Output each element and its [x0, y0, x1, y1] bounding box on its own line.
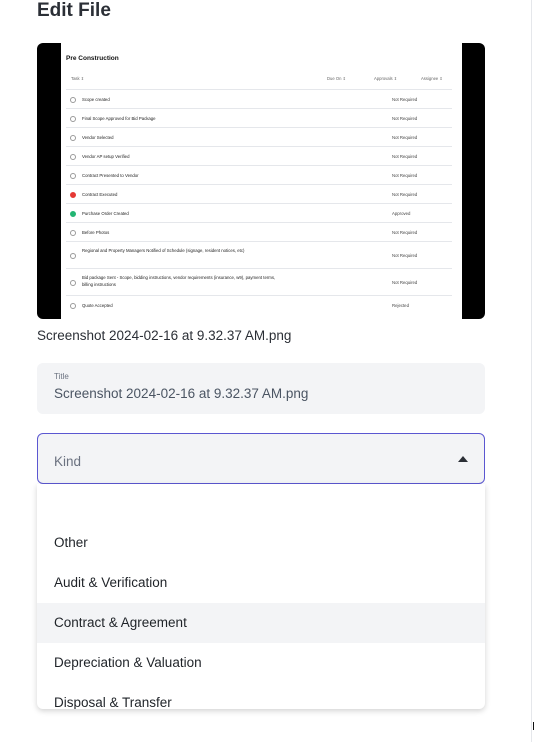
kind-option-label: Contract & Agreement [54, 615, 187, 630]
preview-header-task: Task ⇕ [71, 76, 85, 81]
preview-table-row: Contract Executed Not Required [66, 184, 452, 204]
preview-row-approval: Not Required [392, 135, 418, 140]
preview-header-due-on: Due On ⇕ [327, 76, 347, 81]
done-circle-icon [70, 210, 76, 217]
preview-table-row: Vendor AP setup Verified Not Required [66, 146, 452, 166]
kind-option-label: Other [54, 535, 88, 550]
title-field-value[interactable]: Screenshot 2024-02-16 at 9.32.37 AM.png [54, 386, 308, 401]
preview-row-task: Quote Accepted [82, 303, 113, 308]
kind-dropdown-menu[interactable]: Other Audit & Verification Contract & Ag… [37, 484, 485, 709]
file-name-caption: Screenshot 2024-02-16 at 9.32.37 AM.png [37, 328, 292, 343]
kind-option-label: Disposal & Transfer [54, 695, 172, 709]
check-circle-icon [70, 302, 76, 309]
check-circle-icon [70, 134, 76, 141]
preview-table-row: Final Scope Approved for Bid Package Not … [66, 108, 452, 128]
preview-header-approvals: Approvals ⇕ [374, 76, 398, 81]
kind-option-other[interactable]: Other [37, 523, 485, 563]
check-circle-icon [70, 115, 76, 122]
preview-row-task: Vendor Selected [82, 135, 114, 140]
preview-row-task: Before Photos [82, 230, 110, 235]
preview-table-row: Vendor Selected Not Required [66, 127, 452, 147]
preview-table-row: Quote Accepted Rejected [66, 295, 452, 315]
preview-row-approval: Not Required [392, 97, 418, 102]
kind-option-disposal-transfer[interactable]: Disposal & Transfer [37, 683, 485, 709]
title-field-label: Title [54, 372, 69, 381]
preview-row-task: Vendor AP setup Verified [82, 154, 130, 159]
preview-row-task: Final Scope Approved for Bid Package [82, 116, 156, 121]
preview-header-assignee: Assignee ⇕ [421, 76, 443, 81]
preview-row-task: Bid package Sent - Scope, bidding instru… [82, 275, 276, 287]
check-circle-icon [70, 229, 76, 236]
preview-sheet-title: Pre Construction [66, 55, 119, 62]
preview-row-task: Scope created [82, 97, 110, 102]
preview-row-approval: Not Required [392, 173, 418, 178]
preview-table-row: Regional and Property Managers Notified … [66, 241, 452, 269]
preview-row-approval: Not Required [392, 280, 418, 285]
preview-row-approval: Approved [392, 211, 411, 216]
kind-option-label: Depreciation & Valuation [54, 655, 202, 670]
preview-row-approval: Not Required [392, 154, 418, 159]
kind-option-depreciation-valuation[interactable]: Depreciation & Valuation [37, 643, 485, 683]
preview-row-task: Purchase Order Created [82, 211, 129, 216]
preview-sheet: Pre Construction Task ⇕ Due On ⇕ Approva… [61, 43, 462, 319]
title-field[interactable]: Title Screenshot 2024-02-16 at 9.32.37 A… [37, 363, 485, 414]
preview-row-approval: Not Required [392, 230, 418, 235]
kind-select-placeholder: Kind [54, 454, 82, 469]
preview-table-row: Purchase Order Created Approved [66, 203, 452, 223]
file-preview-image: Pre Construction Task ⇕ Due On ⇕ Approva… [37, 43, 485, 319]
preview-row-approval: Not Required [392, 192, 418, 197]
error-circle-icon [70, 191, 76, 198]
check-circle-icon [70, 252, 76, 259]
check-circle-icon [70, 172, 76, 179]
preview-table-row: Scope created Not Required [66, 89, 452, 109]
check-circle-icon [70, 153, 76, 160]
preview-row-approval: Rejected [392, 303, 409, 308]
preview-row-approval: Not Required [392, 116, 418, 121]
preview-table-row: Contract Presented to Vendor Not Required [66, 165, 452, 185]
check-circle-icon [70, 96, 76, 103]
preview-table-row: Before Photos Not Required [66, 222, 452, 242]
check-circle-icon [70, 279, 76, 286]
caret-up-icon[interactable] [458, 456, 468, 462]
preview-row-task: Contract Presented to Vendor [82, 173, 139, 178]
preview-row-task: Contract Executed [82, 192, 118, 197]
preview-row-task: Regional and Property Managers Notified … [82, 248, 245, 253]
preview-table-row: Bid package Sent - Scope, bidding instru… [66, 268, 452, 296]
kind-option-label: Audit & Verification [54, 575, 168, 590]
kind-option-contract-agreement[interactable]: Contract & Agreement [37, 603, 485, 643]
preview-row-approval: Not Required [392, 253, 418, 258]
kind-option-audit-verification[interactable]: Audit & Verification [37, 563, 485, 603]
page-title: Edit File [37, 0, 111, 21]
kind-select[interactable]: Kind [37, 433, 485, 484]
